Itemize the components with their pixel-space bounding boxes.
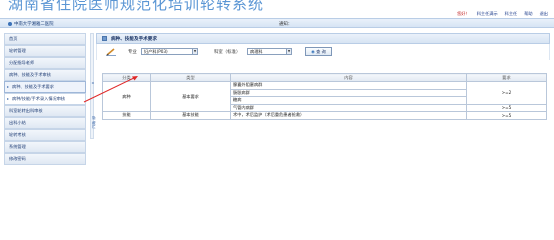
panel-icon — [102, 36, 107, 41]
sidebar-item-assign-teacher[interactable]: 分配指导老师 — [4, 57, 86, 69]
sidebar-item-rotation-exam[interactable]: 轮转考核 — [4, 129, 86, 141]
table-header-row: 分类 类型 内容 要求 — [102, 73, 547, 82]
hospital-name: 中南大学湘雅二医院 — [8, 21, 54, 27]
help-link[interactable]: 帮助 — [524, 11, 532, 17]
sidebar-item-change-password[interactable]: 修改密码 — [4, 153, 86, 165]
dept-select[interactable]: 病理科 ▼ — [247, 48, 292, 55]
search-icon: ◉ — [311, 49, 315, 54]
hospital-name-text: 中南大学湘雅二医院 — [14, 22, 54, 27]
column-header-category: 分类 — [102, 73, 151, 82]
top-links: 您好！ 科主任满示 科主任 帮助 退出 — [457, 11, 548, 17]
requirement-cell: >=2 — [466, 81, 547, 105]
main-panel: 病种、技能及手术要求 专业 妇产科(P03) ▼ 科室（标准） 病理科 ▼ ◉ … — [96, 33, 550, 120]
panel-header: 病种、技能及手术要求 — [96, 33, 550, 44]
filter-row: 专业 妇产科(P03) ▼ 科室（标准） 病理科 ▼ ◉ 查 询 — [96, 44, 550, 60]
major-select-value: 妇产科(P03) — [144, 49, 168, 54]
sidebar-item-rotation-management[interactable]: 轮转管理 — [4, 45, 86, 57]
sidebar-item-entry-review[interactable]: 病种/技能/手术录入情况审核 — [4, 93, 86, 105]
content-cell: 气管内病群 — [230, 103, 467, 112]
content-cell: 腺囊外阻塞病群 — [230, 81, 467, 90]
chevron-down-icon: ▼ — [192, 49, 197, 54]
column-header-type: 类型 — [150, 73, 231, 82]
sidebar-item-disease-review[interactable]: 病种、技能及手术审核 — [4, 69, 86, 81]
role-switch-link[interactable]: 科主任满示 — [477, 11, 498, 17]
info-bar: 中南大学湘雅二医院 通知： — [0, 18, 554, 28]
dept-label: 科室（标准） — [214, 50, 241, 55]
column-header-requirement: 要求 — [466, 73, 547, 82]
content-cell: 糖病 — [230, 96, 467, 105]
major-select[interactable]: 妇产科(P03) ▼ — [141, 48, 198, 55]
type-cell: 基本技能 — [150, 111, 231, 120]
sidebar: 首页 轮转管理 分配指导老师 病种、技能及手术审核 病种、技能及手术要求 病种/… — [4, 33, 86, 165]
column-header-content: 内容 — [230, 73, 467, 82]
hospital-icon — [8, 22, 12, 26]
category-cell: 病种 — [102, 81, 151, 112]
greeting-link: 您好！ — [457, 11, 470, 16]
system-banner-title: 湖南省住院医师规范化培训轮转系统 — [8, 0, 265, 13]
sidebar-item-home[interactable]: 首页 — [4, 33, 86, 45]
sidebar-item-disease-requirements[interactable]: 病种、技能及手术要求 — [4, 81, 86, 93]
chevron-down-icon: ▼ — [286, 49, 291, 54]
dept-select-value: 病理科 — [250, 49, 263, 54]
query-button-label: 查 询 — [316, 49, 326, 54]
table-row: 病种 基本要求 腺囊外阻塞病群 >=2 — [102, 81, 547, 112]
category-cell: 技能 — [102, 111, 151, 120]
requirement-cell: >=5 — [466, 103, 547, 112]
role-link[interactable]: 科主任 — [505, 11, 518, 17]
sidebar-item-exit-review[interactable]: 科室轮转出科审核 — [4, 105, 86, 117]
content-cell: 肠胀病群 — [230, 88, 467, 97]
requirement-cell: >=5 — [466, 111, 547, 120]
sidebar-collapse-label: 隐藏栏 — [92, 116, 96, 129]
content-cell: 术中，术后监护（术后重危患者抢救） — [230, 111, 467, 120]
collapse-arrow-icon: ◂ — [91, 80, 94, 85]
major-label: 专业 — [128, 50, 137, 55]
app-window: 湖南省住院医师规范化培训轮转系统 您好！ 科主任满示 科主任 帮助 退出 中南大… — [0, 0, 554, 227]
type-cell: 基本要求 — [150, 81, 231, 112]
notice-label: 通知： — [279, 22, 293, 27]
table-row: 技能 基本技能 术中，术后监护（术后重危患者抢救） >=5 — [102, 111, 547, 120]
panel-title: 病种、技能及手术要求 — [111, 36, 157, 42]
logout-link[interactable]: 退出 — [540, 11, 548, 17]
query-button[interactable]: ◉ 查 询 — [305, 47, 332, 56]
sidebar-item-system-management[interactable]: 系统管理 — [4, 141, 86, 153]
pencil-icon — [106, 48, 116, 56]
sidebar-item-exit-summary[interactable]: 出科小结 — [4, 117, 86, 129]
requirements-table: 分类 类型 内容 要求 病种 基本要求 腺囊外阻塞病群 >=2 肠胀病群 糖病 — [102, 73, 547, 120]
